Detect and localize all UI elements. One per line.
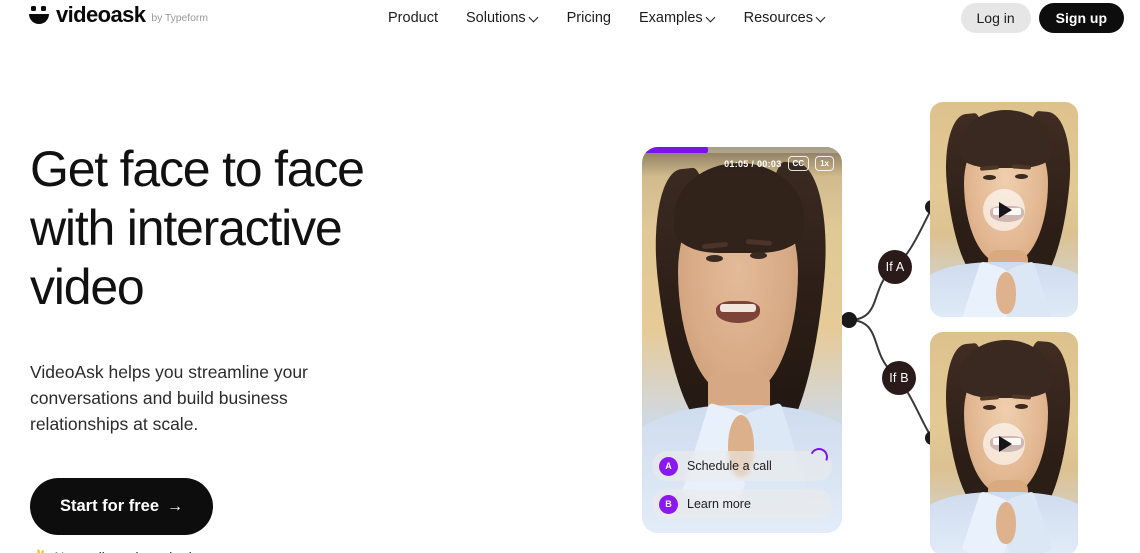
peace-hand-icon: ✌️: [30, 549, 47, 553]
start-for-free-button[interactable]: Start for free →: [30, 478, 214, 535]
headline-line-2: with interactive: [30, 200, 343, 256]
brand-byline: by Typeform: [151, 12, 208, 24]
nav-item-examples[interactable]: Examples: [639, 10, 716, 26]
chevron-down-icon: [707, 13, 716, 22]
branch-origin-dot: [841, 312, 857, 328]
brand-name: videoask: [56, 2, 146, 27]
play-icon[interactable]: [983, 188, 1025, 231]
signup-button[interactable]: Sign up: [1038, 3, 1124, 33]
smiley-mouth: [29, 14, 49, 24]
nav-label: Product: [388, 10, 438, 26]
subject-eye-right: [1015, 404, 1028, 409]
subject-eye-left: [983, 405, 996, 410]
playback-speed-button[interactable]: 1x: [815, 156, 834, 171]
subject-eye-right: [1015, 174, 1028, 179]
smiley-eye-right: [41, 6, 46, 11]
no-credit-card-note: ✌️ No credit card required.: [30, 549, 450, 553]
nav-label: Resources: [743, 10, 813, 26]
nav-label: Pricing: [566, 10, 611, 26]
cta-label: Start for free: [60, 497, 160, 515]
subject-eye-left: [983, 175, 996, 180]
choice-key-badge: A: [659, 456, 678, 476]
nav-label: Examples: [638, 10, 703, 26]
headline-line-1: Get face to face: [30, 141, 365, 197]
logic-badge-if-a[interactable]: If A: [878, 250, 912, 284]
hero-subtitle: VideoAsk helps you streamline your conve…: [30, 362, 308, 434]
chevron-down-icon: [817, 13, 826, 22]
branch-video-card-b[interactable]: [930, 332, 1078, 553]
subject-eye-right: [750, 252, 767, 259]
play-icon[interactable]: [983, 422, 1025, 465]
choice-option-b[interactable]: B Learn more: [652, 489, 832, 519]
choice-key-badge: B: [659, 494, 678, 514]
video-timestamp: 01:05 / 00:03: [724, 158, 782, 169]
play-triangle: [999, 435, 1012, 452]
arrow-right-icon: →: [167, 497, 184, 515]
video-progress-track[interactable]: [642, 147, 842, 153]
page-title: Get face to face with interactive video: [30, 140, 450, 317]
play-triangle: [999, 201, 1012, 218]
site-header: videoask by Typeform Product Solutions P…: [0, 0, 1140, 36]
nav-item-pricing[interactable]: Pricing: [567, 10, 611, 26]
nav-label: Solutions: [465, 10, 526, 26]
captions-button[interactable]: CC: [787, 156, 810, 171]
login-button[interactable]: Log in: [960, 3, 1031, 33]
hero-visual: 01:05 / 00:03 CC 1x A Schedule a call B …: [620, 80, 1120, 553]
nav-item-solutions[interactable]: Solutions: [466, 10, 539, 26]
logic-badge-if-b[interactable]: If B: [882, 361, 916, 395]
choice-label: Schedule a call: [687, 459, 772, 473]
subject-chest: [996, 502, 1016, 544]
subject-teeth: [720, 304, 756, 312]
video-progress-fill: [642, 147, 708, 153]
smiley-eye-left: [31, 6, 36, 11]
primary-nav: Product Solutions Pricing Examples Resou…: [388, 0, 826, 36]
branch-video-card-a[interactable]: [930, 102, 1078, 317]
brand-logo[interactable]: videoask by Typeform: [28, 4, 208, 26]
video-controls: 01:05 / 00:03 CC 1x: [724, 156, 834, 171]
choice-option-a[interactable]: A Schedule a call: [652, 445, 832, 481]
headline-line-3: video: [30, 259, 145, 315]
nav-item-product[interactable]: Product: [388, 10, 438, 26]
hero-copy: Get face to face with interactive video …: [30, 140, 450, 553]
chevron-down-icon: [530, 13, 539, 22]
subject-chest: [996, 272, 1016, 314]
answer-choices: A Schedule a call B Learn more: [652, 445, 832, 519]
subject-eye-left: [706, 255, 723, 262]
main-video-card[interactable]: 01:05 / 00:03 CC 1x A Schedule a call B …: [642, 147, 842, 533]
choice-label: Learn more: [687, 497, 751, 511]
smiley-face-icon: [28, 4, 50, 26]
nav-item-resources[interactable]: Resources: [744, 10, 826, 26]
landing-page: videoask by Typeform Product Solutions P…: [0, 0, 1140, 553]
auth-actions: Log in Sign up: [960, 3, 1124, 33]
